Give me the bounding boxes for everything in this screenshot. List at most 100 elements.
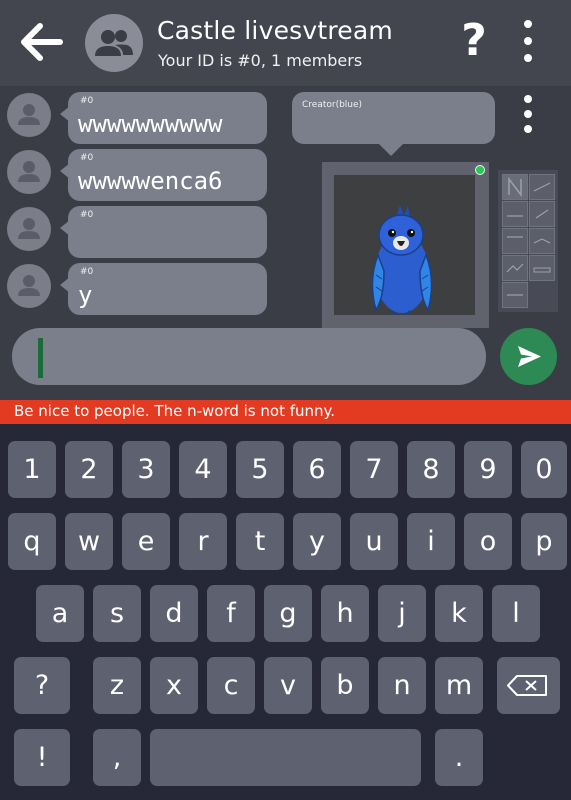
key-j[interactable]: j [378, 585, 426, 642]
stage-menu-button[interactable] [521, 95, 535, 135]
fill-tool-icon[interactable] [529, 201, 555, 227]
key-r[interactable]: r [179, 513, 227, 570]
key-comma[interactable]: , [93, 729, 141, 786]
rectangle-tool-icon[interactable] [502, 201, 528, 227]
key-exclamation[interactable]: ! [14, 729, 70, 786]
message-input[interactable] [12, 328, 486, 385]
message-sender: #0 [80, 153, 94, 163]
room-subtitle: Your ID is #0, 1 members [158, 51, 363, 70]
key-p[interactable]: p [521, 513, 567, 570]
blue-bird-avatar-icon [371, 205, 433, 316]
key-k[interactable]: k [435, 585, 483, 642]
message-bubble: #0 wwwwwwwwww [60, 92, 267, 144]
key-t[interactable]: t [236, 513, 284, 570]
group-avatar[interactable] [85, 14, 143, 72]
back-button[interactable] [20, 22, 64, 62]
key-d[interactable]: d [150, 585, 198, 642]
user-avatar[interactable] [7, 150, 51, 194]
key-2[interactable]: 2 [65, 441, 113, 498]
key-m[interactable]: m [435, 657, 483, 714]
key-b[interactable]: b [321, 657, 369, 714]
grid-tool-icon[interactable] [502, 282, 528, 308]
speech-tail [379, 144, 403, 156]
key-period[interactable]: . [435, 729, 483, 786]
key-n[interactable]: n [378, 657, 426, 714]
chat-header: Castle livesvtream Your ID is #0, 1 memb… [0, 0, 571, 86]
message-text: y [78, 281, 93, 309]
key-8[interactable]: 8 [407, 441, 455, 498]
creator-speech-bubble: Creator(blue) [292, 92, 495, 156]
key-v[interactable]: v [264, 657, 312, 714]
text-cursor [38, 338, 43, 378]
user-avatar[interactable] [7, 264, 51, 308]
key-6[interactable]: 6 [293, 441, 341, 498]
user-icon [18, 218, 40, 239]
line-tool-icon[interactable] [529, 174, 555, 200]
backspace-icon [507, 675, 547, 696]
space-key[interactable] [150, 729, 421, 786]
key-7[interactable]: 7 [350, 441, 398, 498]
room-title: Castle livesvtream [157, 16, 393, 45]
stage-frame[interactable] [322, 162, 489, 328]
creator-label: Creator(blue) [302, 100, 363, 110]
key-g[interactable]: g [264, 585, 312, 642]
key-z[interactable]: z [93, 657, 141, 714]
key-9[interactable]: 9 [464, 441, 512, 498]
select-tool-icon[interactable] [529, 255, 555, 281]
message-bubble: #0 wwwwwenca6 [60, 149, 267, 201]
key-o[interactable]: o [464, 513, 512, 570]
online-status-icon [475, 165, 485, 175]
bubble-tail [60, 106, 70, 122]
drawing-tool-panel [498, 170, 558, 312]
key-e[interactable]: e [122, 513, 170, 570]
bubble-tail [60, 220, 70, 236]
key-i[interactable]: i [407, 513, 455, 570]
back-arrow-icon [21, 23, 63, 61]
menu-dot-icon [524, 125, 532, 133]
menu-dot-icon [524, 37, 532, 45]
send-icon [518, 346, 541, 367]
key-4[interactable]: 4 [179, 441, 227, 498]
erase-tool-icon[interactable] [529, 228, 555, 254]
bubble-tail [60, 163, 70, 179]
move-tool-icon[interactable] [502, 255, 528, 281]
key-0[interactable]: 0 [521, 441, 567, 498]
message-sender: #0 [80, 96, 94, 106]
key-c[interactable]: c [207, 657, 255, 714]
message-sender: #0 [80, 210, 94, 220]
menu-dot-icon [524, 95, 532, 103]
key-question[interactable]: ? [14, 657, 70, 714]
key-s[interactable]: s [93, 585, 141, 642]
message-bubble: #0 y [60, 263, 267, 315]
key-l[interactable]: l [492, 585, 540, 642]
bubble-tail [60, 277, 70, 293]
notice-banner: Be nice to people. The n-word is not fun… [0, 400, 571, 424]
key-y[interactable]: y [293, 513, 341, 570]
key-q[interactable]: q [8, 513, 56, 570]
key-u[interactable]: u [350, 513, 398, 570]
key-w[interactable]: w [65, 513, 113, 570]
user-avatar[interactable] [7, 207, 51, 251]
key-a[interactable]: a [36, 585, 84, 642]
notice-text: Be nice to people. The n-word is not fun… [14, 402, 336, 420]
menu-dot-icon [524, 110, 532, 118]
key-h[interactable]: h [321, 585, 369, 642]
stage-canvas[interactable] [334, 175, 475, 316]
key-3[interactable]: 3 [122, 441, 170, 498]
backspace-key[interactable] [497, 657, 560, 714]
shape-tool-icon[interactable] [502, 228, 528, 254]
key-1[interactable]: 1 [8, 441, 56, 498]
menu-dot-icon [524, 20, 532, 28]
help-button[interactable]: ? [456, 16, 492, 66]
on-screen-keyboard: 1 2 3 4 5 6 7 8 9 0 q w e r t y u i o p … [0, 424, 571, 800]
pencil-tool-icon[interactable] [502, 174, 528, 200]
key-x[interactable]: x [150, 657, 198, 714]
more-menu-button[interactable] [517, 20, 539, 64]
key-f[interactable]: f [207, 585, 255, 642]
key-5[interactable]: 5 [236, 441, 284, 498]
menu-dot-icon [524, 54, 532, 62]
send-button[interactable] [500, 328, 557, 385]
message-text: wwwwwwwwww [78, 110, 223, 138]
user-avatar[interactable] [7, 93, 51, 137]
message-sender: #0 [80, 267, 94, 277]
